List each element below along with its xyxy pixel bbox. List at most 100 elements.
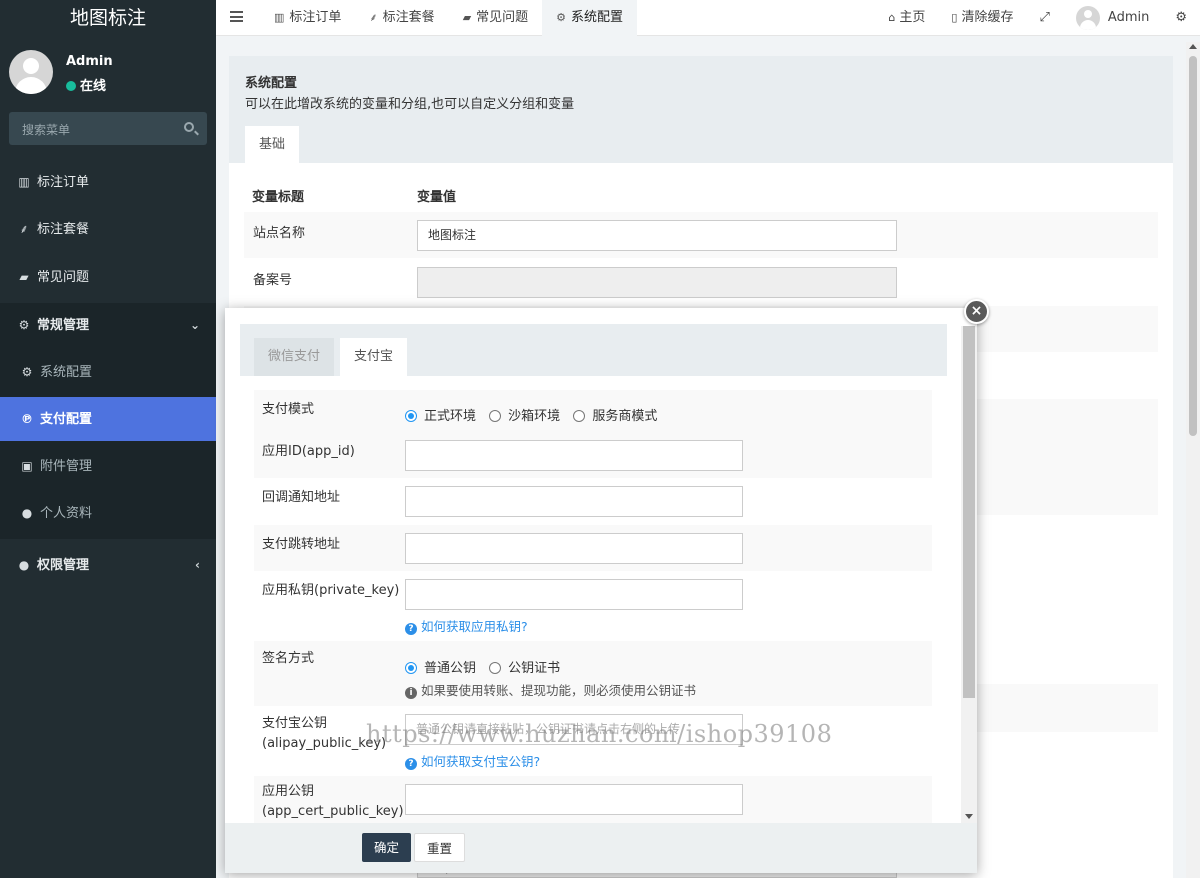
sign-type-note: i 如果要使用转账、提现功能，则必须使用公钥证书	[405, 680, 696, 699]
tab-wechat-pay[interactable]: 微信支付	[254, 338, 335, 376]
search-placeholder: 搜索菜单	[22, 123, 71, 137]
avatar	[1075, 5, 1100, 30]
app-cert-public-key-input[interactable]	[405, 784, 743, 815]
alipay-public-key-help-link[interactable]: ? 如何获取支付宝公钥?	[405, 751, 540, 770]
sidebar: 地图标注 Admin 在线 搜索菜单 ▥ 标注订单 ⸙ 标注套餐 ▰ 常见问题 ⚙ 常规…	[0, 0, 216, 878]
tab-packages[interactable]: ⸙ 标注套餐	[355, 0, 448, 36]
book-icon: ▰	[19, 270, 29, 284]
sidebar-item-packages[interactable]: ⸙ 标注套餐	[0, 207, 216, 251]
users-icon: ●	[18, 558, 30, 572]
radio-public-cert[interactable]: 公钥证书	[489, 657, 560, 676]
payment-config-dialog: 微信支付 支付宝 支付模式 正式环境 沙箱环境 服务商模式 应用ID(app_i…	[225, 308, 977, 873]
config-label: 站点名称	[253, 226, 306, 241]
close-icon[interactable]: ×	[964, 299, 989, 324]
form-row-app-id: 应用ID(app_id)	[254, 432, 932, 478]
map-icon: ▥	[274, 11, 285, 24]
topbar: ▥ 标注订单 ⸙ 标注套餐 ▰ 常见问题 ⚙ 系统配置 ⌂ 主页 ▯ 清除缓存 ⤢ Admi…	[216, 0, 1200, 36]
column-header-value: 变量值	[417, 190, 457, 205]
app-logo[interactable]: 地图标注	[0, 0, 216, 36]
tab-faq[interactable]: ▰ 常见问题	[449, 0, 542, 36]
page-scrollbar[interactable]	[1186, 42, 1200, 878]
sign-type-radio-group: 普通公钥 公钥证书	[405, 657, 569, 676]
gear-icon: ⚙	[556, 11, 567, 24]
config-row: 备案号	[244, 259, 1158, 305]
config-label: 备案号	[253, 273, 293, 288]
reset-button[interactable]: 重置	[414, 833, 466, 862]
chevron-down-icon: ⌄	[189, 318, 200, 332]
modal-scrollbar[interactable]	[961, 326, 977, 823]
cogs-icon: ⚙	[1175, 10, 1187, 25]
user-name: Admin	[66, 54, 113, 69]
config-row: 站点名称 地图标注	[244, 212, 1158, 258]
user-menu[interactable]: Admin	[1063, 0, 1162, 36]
fullscreen-button[interactable]: ⤢	[1027, 0, 1063, 36]
form-row-notify-url: 回调通知地址	[254, 478, 932, 525]
chevron-down-icon[interactable]	[965, 814, 973, 819]
page-title: 系统配置	[245, 76, 298, 91]
icp-input[interactable]	[417, 267, 897, 298]
modal-tabs: 微信支付 支付宝	[240, 324, 947, 376]
app-id-input[interactable]	[405, 440, 743, 471]
clear-cache-button[interactable]: ▯ 清除缓存	[938, 0, 1026, 36]
home-link[interactable]: ⌂ 主页	[875, 0, 938, 36]
sitemap-icon: ⸙	[19, 222, 29, 236]
site-name-input[interactable]: 地图标注	[417, 220, 897, 251]
confirm-button[interactable]: 确定	[362, 833, 412, 862]
tab-alipay[interactable]: 支付宝	[340, 338, 408, 376]
radio-public-key[interactable]: 普通公钥	[405, 657, 476, 676]
settings-button[interactable]: ⚙	[1162, 0, 1200, 36]
topbar-right: ⌂ 主页 ▯ 清除缓存 ⤢ Admin ⚙	[875, 0, 1200, 36]
sidebar-search-input[interactable]: 搜索菜单	[9, 112, 207, 145]
sidebar-item-faq[interactable]: ▰ 常见问题	[0, 255, 216, 299]
avatar	[9, 50, 53, 94]
radio-production[interactable]: 正式环境	[405, 405, 476, 424]
sidebar-item-payment-config[interactable]: ℗ 支付配置	[0, 397, 216, 441]
tab-orders[interactable]: ▥ 标注订单	[260, 0, 355, 36]
image-icon: ▣	[21, 459, 33, 473]
radio-sandbox[interactable]: 沙箱环境	[489, 405, 560, 424]
form-row-sign-type: 签名方式 普通公钥 公钥证书 i 如果要使用转账、提现功能，则必须使用公钥证书	[254, 641, 932, 706]
search-icon[interactable]	[184, 122, 194, 132]
form-row-return-url: 支付跳转地址	[254, 525, 932, 571]
sidebar-item-auth[interactable]: ● 权限管理 ‹	[0, 543, 216, 587]
info-circle-icon: i	[405, 687, 417, 699]
page-description: 可以在此增改系统的变量和分组,也可以自定义分组和变量	[245, 97, 575, 112]
sidebar-item-attachments[interactable]: ▣ 附件管理	[0, 444, 216, 488]
sidebar-item-orders[interactable]: ▥ 标注订单	[0, 160, 216, 204]
sitemap-icon: ⸙	[369, 11, 378, 24]
online-dot-icon	[66, 81, 76, 91]
book-icon: ▰	[462, 11, 472, 24]
tab-basic[interactable]: 基础	[245, 126, 299, 163]
user-status: 在线	[66, 75, 106, 94]
sidebar-item-system-config[interactable]: ⚙ 系统配置	[0, 350, 216, 394]
user-icon: ●	[21, 506, 33, 520]
column-header-title: 变量标题	[252, 190, 305, 205]
question-circle-icon: ?	[405, 623, 417, 635]
menu-toggle-icon[interactable]	[230, 11, 243, 22]
expand-icon: ⤢	[1039, 10, 1050, 25]
map-icon: ▥	[18, 175, 30, 189]
form-row-app-cert-public-key: 应用公钥 (app_cert_public_key)	[254, 776, 932, 826]
notify-url-input[interactable]	[405, 486, 743, 517]
question-circle-icon: ?	[405, 758, 417, 770]
gear-icon: ⚙	[21, 365, 33, 379]
radio-service-provider[interactable]: 服务商模式	[573, 405, 657, 424]
form-row-mode: 支付模式 正式环境 沙箱环境 服务商模式	[254, 390, 932, 432]
tab-system-config[interactable]: ⚙ 系统配置	[542, 0, 638, 36]
cogs-icon: ⚙	[18, 318, 30, 332]
return-url-input[interactable]	[405, 533, 743, 564]
mode-radio-group: 正式环境 沙箱环境 服务商模式	[405, 405, 666, 424]
user-panel: Admin 在线	[0, 36, 216, 106]
home-icon: ⌂	[888, 11, 896, 24]
modal-footer: 确定 重置	[225, 823, 977, 873]
trash-icon: ▯	[951, 11, 958, 24]
private-key-input[interactable]	[405, 579, 743, 610]
nav-tabs: ▥ 标注订单 ⸙ 标注套餐 ▰ 常见问题 ⚙ 系统配置	[260, 0, 638, 36]
sidebar-item-general[interactable]: ⚙ 常规管理 ⌄	[0, 303, 216, 347]
private-key-help-link[interactable]: ? 如何获取应用私钥?	[405, 616, 528, 635]
chevron-left-icon: ‹	[195, 558, 200, 572]
watermark: https://www.huzhan.com/ishop39108	[366, 720, 833, 748]
form-row-private-key: 应用私钥(private_key) ? 如何获取应用私钥?	[254, 571, 932, 641]
paypal-icon: ℗	[21, 412, 33, 426]
sidebar-item-profile[interactable]: ● 个人资料	[0, 491, 216, 535]
